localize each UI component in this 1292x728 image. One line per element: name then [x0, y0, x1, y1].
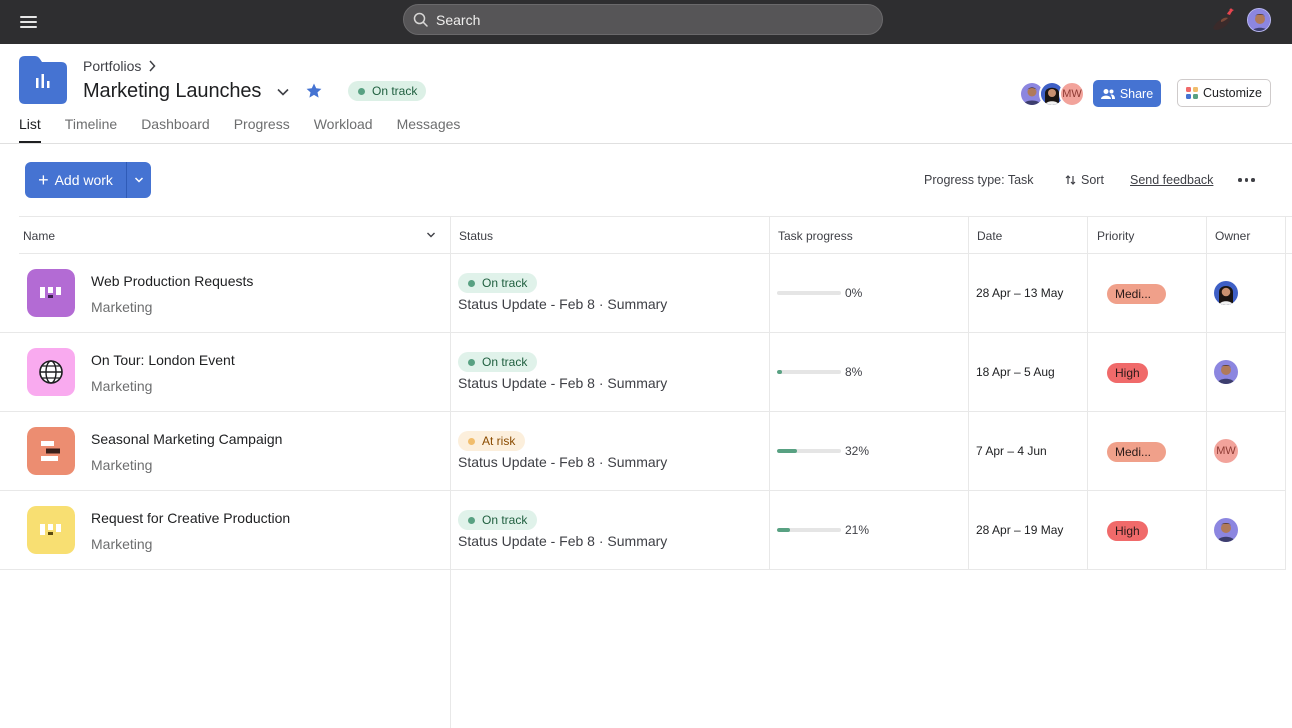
- tab-list[interactable]: List: [19, 116, 41, 143]
- task-progress-bar: [777, 528, 841, 532]
- task-progress-percent: 21%: [845, 523, 870, 537]
- status-badge[interactable]: On track: [458, 352, 538, 372]
- share-label: Share: [1119, 86, 1154, 101]
- project-team: Marketing: [91, 457, 153, 473]
- top-bar: [0, 0, 1292, 44]
- table-row[interactable]: Seasonal Marketing Campaign Marketing At…: [0, 412, 1286, 491]
- tab-timeline[interactable]: Timeline: [65, 116, 117, 143]
- tab-progress[interactable]: Progress: [234, 116, 290, 143]
- table-row[interactable]: On Tour: London Event Marketing On track…: [0, 333, 1286, 412]
- project-name[interactable]: Web Production Requests: [91, 273, 253, 289]
- celebration-bird-icon[interactable]: [1207, 6, 1237, 36]
- table-row[interactable]: Request for Creative Production Marketin…: [0, 491, 1286, 570]
- search-bar[interactable]: [403, 4, 883, 35]
- tab-workload[interactable]: Workload: [314, 116, 373, 143]
- owner-avatar[interactable]: [1214, 281, 1238, 305]
- board-icon[interactable]: [27, 269, 75, 317]
- send-feedback-link[interactable]: Send feedback: [1130, 173, 1213, 187]
- members-avatars[interactable]: MW: [1019, 81, 1085, 107]
- column-header-name[interactable]: Name: [23, 229, 55, 243]
- column-header-date[interactable]: Date: [977, 229, 1002, 243]
- owner-avatar[interactable]: [1214, 360, 1238, 384]
- breadcrumb[interactable]: Portfolios: [83, 58, 156, 74]
- status-update-link[interactable]: Status Update - Feb 8 · Summary: [458, 296, 667, 312]
- sort-icon: [1065, 175, 1076, 185]
- task-progress-percent: 8%: [845, 365, 863, 379]
- task-progress-bar: [777, 291, 841, 295]
- chevron-down-icon[interactable]: [425, 229, 437, 241]
- star-icon[interactable]: [305, 82, 323, 100]
- task-progress-bar: [777, 370, 841, 374]
- customize-label: Customize: [1202, 86, 1263, 100]
- owner-avatar-initials[interactable]: MW: [1214, 439, 1238, 463]
- status-badge[interactable]: At risk: [458, 431, 526, 451]
- more-options-icon[interactable]: [1238, 172, 1258, 188]
- header-divider: [0, 143, 1292, 144]
- priority-badge[interactable]: Medi...: [1107, 442, 1166, 462]
- view-tabs: List Timeline Dashboard Progress Workloa…: [19, 116, 460, 144]
- chevron-down-icon: [134, 177, 144, 183]
- board-icon[interactable]: [27, 506, 75, 554]
- column-header-priority[interactable]: Priority: [1097, 229, 1134, 243]
- project-team: Marketing: [91, 536, 153, 552]
- search-input[interactable]: [436, 5, 876, 34]
- date-range[interactable]: 28 Apr – 19 May: [976, 523, 1063, 537]
- sort-button[interactable]: Sort: [1065, 173, 1104, 187]
- timeline-icon[interactable]: [27, 427, 75, 475]
- column-header-owner[interactable]: Owner: [1215, 229, 1250, 243]
- date-range[interactable]: 7 Apr – 4 Jun: [976, 444, 1047, 458]
- portfolio-folder-icon: [19, 56, 67, 104]
- task-progress-percent: 32%: [845, 444, 870, 458]
- owner-avatar[interactable]: [1214, 518, 1238, 542]
- portfolio-status-badge[interactable]: On track: [348, 81, 427, 101]
- status-update-link[interactable]: Status Update - Feb 8 · Summary: [458, 533, 667, 549]
- table-header: Name Status Task progress Date Priority …: [19, 216, 1292, 254]
- status-update-link[interactable]: Status Update - Feb 8 · Summary: [458, 454, 667, 470]
- add-work-split-button: + Add work: [25, 162, 151, 198]
- date-range[interactable]: 28 Apr – 13 May: [976, 286, 1063, 300]
- project-team: Marketing: [91, 378, 153, 394]
- priority-badge[interactable]: Medi...: [1107, 284, 1166, 304]
- breadcrumb-portfolios[interactable]: Portfolios: [83, 58, 141, 74]
- status-badge[interactable]: On track: [458, 273, 538, 293]
- project-name[interactable]: Seasonal Marketing Campaign: [91, 431, 282, 447]
- share-button[interactable]: Share: [1093, 80, 1161, 107]
- status-badge[interactable]: On track: [458, 510, 538, 530]
- column-header-task-progress[interactable]: Task progress: [778, 229, 853, 243]
- progress-type-selector[interactable]: Progress type: Task: [924, 173, 1034, 187]
- people-icon: [1100, 88, 1115, 99]
- date-range[interactable]: 18 Apr – 5 Aug: [976, 365, 1055, 379]
- member-avatar-initials[interactable]: MW: [1059, 81, 1085, 107]
- chevron-down-icon[interactable]: [275, 84, 291, 100]
- menu-icon[interactable]: [19, 12, 39, 32]
- project-name[interactable]: Request for Creative Production: [91, 510, 290, 526]
- search-icon: [413, 12, 428, 27]
- priority-badge[interactable]: High: [1107, 521, 1148, 541]
- plus-icon: +: [38, 170, 49, 190]
- table-row[interactable]: Web Production Requests Marketing On tra…: [0, 254, 1286, 333]
- task-progress-percent: 0%: [845, 286, 863, 300]
- project-team: Marketing: [91, 299, 153, 315]
- tab-dashboard[interactable]: Dashboard: [141, 116, 210, 143]
- add-work-dropdown[interactable]: [127, 162, 151, 198]
- sort-label: Sort: [1081, 173, 1104, 187]
- page-title: Marketing Launches: [83, 80, 262, 102]
- status-update-link[interactable]: Status Update - Feb 8 · Summary: [458, 375, 667, 391]
- globe-icon[interactable]: [27, 348, 75, 396]
- task-progress-bar: [777, 449, 841, 453]
- priority-badge[interactable]: High: [1107, 363, 1148, 383]
- chevron-right-icon: [149, 60, 156, 72]
- tab-messages[interactable]: Messages: [397, 116, 461, 143]
- customize-grid-icon: [1185, 87, 1198, 99]
- customize-button[interactable]: Customize: [1177, 79, 1271, 107]
- add-work-button[interactable]: + Add work: [25, 162, 127, 198]
- add-work-label: Add work: [54, 172, 113, 188]
- column-header-status[interactable]: Status: [459, 229, 493, 243]
- user-avatar[interactable]: [1247, 8, 1271, 32]
- project-name[interactable]: On Tour: London Event: [91, 352, 235, 368]
